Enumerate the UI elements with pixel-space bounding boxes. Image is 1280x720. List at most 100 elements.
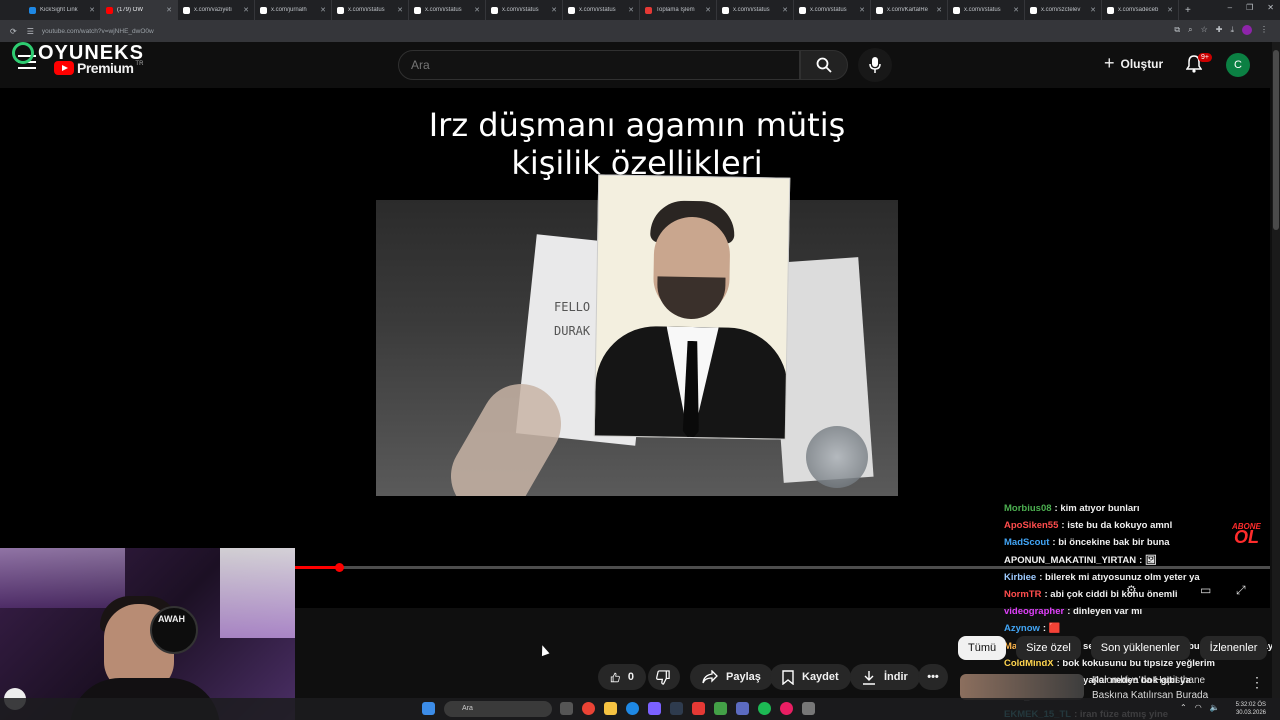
volume-icon[interactable]: 🔈	[1210, 703, 1220, 712]
voice-search-button[interactable]	[858, 48, 892, 82]
more-actions-button[interactable]: •••	[918, 664, 948, 690]
download-button[interactable]: İndir	[850, 664, 920, 690]
bookmark-star-icon[interactable]: ☆	[1201, 25, 1208, 35]
tab-label: x.com/i/status	[348, 7, 385, 13]
tab-close-icon[interactable]: ✕	[1167, 6, 1173, 14]
browser-tab[interactable]: (179) OW ✕	[101, 0, 178, 20]
app-icon-green[interactable]	[714, 702, 727, 715]
tab-favicon-icon	[260, 6, 267, 14]
taskbar-clock[interactable]: 5:32:02 ÖS 30.03.2026	[1236, 701, 1266, 717]
maximize-button[interactable]: ❐	[1246, 3, 1253, 12]
tab-close-icon[interactable]: ✕	[243, 6, 249, 14]
channel-logo[interactable]: OYUNEKS Premium TR	[12, 42, 144, 76]
close-window-button[interactable]: ✕	[1267, 3, 1274, 12]
reload-icon[interactable]: ⟳	[10, 27, 17, 36]
new-tab-button[interactable]: +	[1185, 5, 1191, 16]
browser-tab[interactable]: KickSight Link ✕	[24, 0, 101, 20]
file-explorer-icon[interactable]	[604, 702, 617, 715]
filter-chip[interactable]: Size özel	[1016, 636, 1081, 660]
url-field[interactable]: youtube.com/watch?v=wjNHE_dwO0w	[42, 28, 154, 35]
save-button[interactable]: Kaydet	[770, 664, 851, 690]
spotify-icon[interactable]	[758, 702, 771, 715]
scrollbar-thumb[interactable]	[1273, 50, 1279, 230]
minimize-button[interactable]: –	[1228, 3, 1232, 12]
filter-chip[interactable]: Tümü	[958, 636, 1007, 660]
share-button[interactable]: Paylaş	[690, 664, 773, 690]
task-view-icon[interactable]	[560, 702, 573, 715]
tab-close-icon[interactable]: ✕	[936, 6, 942, 14]
premium-label: Premium	[77, 60, 134, 76]
chrome-icon[interactable]	[582, 702, 595, 715]
app-icon-blue[interactable]	[736, 702, 749, 715]
browser-tab[interactable]: x.com/i/status ✕	[948, 0, 1025, 20]
account-avatar[interactable]: C	[1226, 53, 1250, 77]
browser-tab[interactable]: Toplama İşlem ✕	[640, 0, 717, 20]
browser-tab[interactable]: x.com/vaziyeti ✕	[178, 0, 255, 20]
browser-tab[interactable]: x.com/i/status ✕	[486, 0, 563, 20]
browser-tab[interactable]: x.com/i/status ✕	[563, 0, 640, 20]
tab-close-icon[interactable]: ✕	[1090, 6, 1096, 14]
tray-chevron-icon[interactable]: ⌃	[1180, 703, 1187, 712]
tab-close-icon[interactable]: ✕	[89, 6, 95, 14]
app-icon-gray[interactable]	[802, 702, 815, 715]
zoom-icon[interactable]: ⌕	[1188, 25, 1192, 35]
discord-icon[interactable]	[648, 702, 661, 715]
taskbar-search[interactable]: Ara	[444, 701, 552, 717]
browser-tab[interactable]: x.com/i/status ✕	[794, 0, 871, 20]
app-icon-red[interactable]	[692, 702, 705, 715]
browser-menu-icon[interactable]: ⋮	[1260, 25, 1268, 35]
site-info-icon[interactable]: ☰	[27, 27, 34, 36]
like-button[interactable]: 0	[598, 664, 646, 690]
caption-line-1: Irz düşmanı agamın mütiş	[428, 106, 846, 144]
browser-tab[interactable]: x.com/i/status ✕	[409, 0, 486, 20]
search-button[interactable]	[800, 50, 848, 80]
chat-text: : 🖼	[1139, 554, 1157, 566]
windows-start-icon[interactable]	[422, 702, 435, 715]
tab-label: x.com/sadeceb	[1118, 7, 1159, 13]
tab-close-icon[interactable]: ✕	[1013, 6, 1019, 14]
youtube-masthead: OYUNEKS Premium TR + Oluştur 9+ C	[0, 42, 1280, 88]
browser-tab[interactable]: x.com/sadeceb ✕	[1102, 0, 1179, 20]
edge-icon[interactable]	[626, 702, 639, 715]
browser-tab[interactable]: x.com/i/status ✕	[717, 0, 794, 20]
tab-close-icon[interactable]: ✕	[166, 6, 172, 14]
obs-icon[interactable]	[780, 702, 793, 715]
steam-icon[interactable]	[670, 702, 683, 715]
tab-label: x.com/i/status	[733, 7, 770, 13]
tab-label: x.com/i/status	[579, 7, 616, 13]
recommendation-chips: Tümü Size özel Son yüklenenler İzlenenler	[958, 636, 1268, 660]
dislike-button[interactable]	[648, 664, 680, 690]
create-button[interactable]: + Oluştur	[1104, 53, 1163, 74]
youtube-premium-logo: Premium TR	[54, 60, 143, 76]
page-scrollbar[interactable]	[1272, 42, 1280, 698]
tab-label: x.com/i/status	[964, 7, 1001, 13]
chat-username: NormTR	[1004, 589, 1042, 601]
browser-tab[interactable]: x.com/i/status ✕	[332, 0, 409, 20]
browser-tab[interactable]: x.com/szctelev ✕	[1025, 0, 1102, 20]
tab-close-icon[interactable]: ✕	[474, 6, 480, 14]
tab-close-icon[interactable]: ✕	[397, 6, 403, 14]
tab-close-icon[interactable]: ✕	[320, 6, 326, 14]
recommended-thumbnail[interactable]	[960, 674, 1084, 700]
extensions-icon[interactable]: ✚	[1216, 25, 1223, 35]
recommendation-menu-icon[interactable]: ⋮	[1250, 674, 1264, 691]
bookmark-icon	[782, 669, 794, 685]
tab-favicon-icon	[106, 6, 113, 14]
filter-chip[interactable]: İzlenenler	[1199, 636, 1268, 660]
progress-scrubber[interactable]	[335, 563, 344, 572]
filter-chip[interactable]: Son yüklenenler	[1090, 636, 1190, 660]
install-icon[interactable]: ⧉	[1174, 25, 1180, 35]
tab-close-icon[interactable]: ✕	[859, 6, 865, 14]
tab-close-icon[interactable]: ✕	[705, 6, 711, 14]
tab-close-icon[interactable]: ✕	[551, 6, 557, 14]
download-icon[interactable]: ⤓	[1230, 25, 1234, 35]
profile-icon[interactable]	[1242, 25, 1252, 35]
tab-favicon-icon	[491, 6, 498, 14]
wifi-icon[interactable]: ◠	[1195, 703, 1202, 712]
tab-label: x.com/vaziyeti	[194, 7, 232, 13]
browser-tab[interactable]: x.com/KartalRe ✕	[871, 0, 948, 20]
browser-tab[interactable]: x.com/jurnalh ✕	[255, 0, 332, 20]
search-input[interactable]	[411, 51, 799, 79]
tab-close-icon[interactable]: ✕	[628, 6, 634, 14]
tab-close-icon[interactable]: ✕	[782, 6, 788, 14]
